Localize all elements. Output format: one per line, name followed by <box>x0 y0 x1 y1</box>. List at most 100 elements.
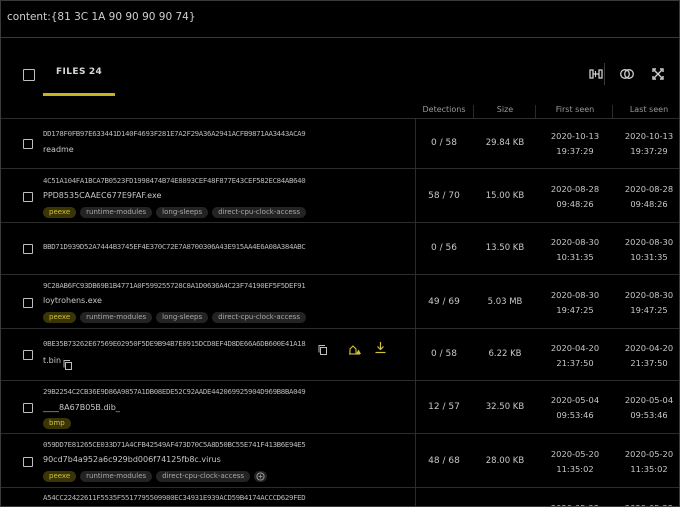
file-name: t.bin <box>43 356 62 365</box>
tag[interactable]: bmp <box>43 418 71 429</box>
table-row[interactable]: A54CC22422611F5535F5517795509980EC34931E… <box>1 487 679 506</box>
first-seen: 2020-08-30 19:47:25 <box>544 288 606 318</box>
window: content:{81 3C 1A 90 90 90 90 74} FILES 2… <box>0 0 680 507</box>
detections-value: 0 / 58 <box>431 349 457 359</box>
file-hash[interactable]: 0BE35B73262E67569E02950F5DE9B94B7E0915DC… <box>43 339 306 348</box>
first-seen-date: 2020-08-30 <box>550 290 600 300</box>
overlap-circles-icon[interactable] <box>619 66 635 82</box>
results-header: FILES 24 <box>1 38 679 104</box>
tag-list: peexe runtime-modules direct-cpu-clock-a… <box>43 471 268 482</box>
table-row[interactable]: 0BE35B73262E67569E02950F5DE9B94B7E0915DC… <box>1 328 679 381</box>
tab-files-count: 24 <box>88 67 103 77</box>
column-headers: Detections Size First seen Last seen <box>1 104 679 119</box>
tag-list: peexe runtime-modules long-sleeps direct… <box>43 207 306 218</box>
table-row[interactable]: 29B2254C2CB36E9D86A9857A1DB08EDE52C92AAD… <box>1 380 679 434</box>
detections-value: 0 / 56 <box>431 243 457 253</box>
first-seen-time: 10:31:35 <box>556 252 594 262</box>
row-checkbox[interactable] <box>23 403 33 413</box>
detections-value: 48 / 68 <box>428 456 460 466</box>
tab-files[interactable]: FILES 24 <box>43 58 115 96</box>
first-seen: 2020-04-20 21:37:50 <box>544 341 606 371</box>
last-seen-time: 09:48:26 <box>630 199 668 209</box>
last-seen-time: 19:47:25 <box>630 305 668 315</box>
size-value: 15.00 KB <box>485 191 525 201</box>
last-seen-time: 10:31:35 <box>630 252 668 262</box>
table-row[interactable]: BBD71D939D52A7444B3745EF4E370C72E7A87003… <box>1 222 679 275</box>
first-seen: 2020-05-22 <box>544 501 606 506</box>
last-seen: 2020-05-20 11:35:02 <box>618 447 679 477</box>
first-seen-time: 09:48:26 <box>556 199 594 209</box>
size-value: 13.50 KB <box>485 243 525 253</box>
col-detections[interactable]: Detections <box>415 105 473 114</box>
detections-value: 58 / 70 <box>428 191 460 201</box>
detections-value: 12 / 57 <box>428 402 460 412</box>
file-hash[interactable]: BBD71D939D52A7444B3745EF4E370C72E7A87003… <box>43 242 306 251</box>
size-value: 28.00 KB <box>485 456 525 466</box>
tag[interactable]: runtime-modules <box>80 207 153 218</box>
copy-icon[interactable] <box>62 356 74 370</box>
file-name: loytrohens.exe <box>43 296 102 305</box>
header-divider <box>604 63 605 85</box>
select-all-checkbox[interactable] <box>23 69 35 81</box>
tag[interactable]: direct-cpu-clock-access <box>156 471 251 482</box>
table-row[interactable]: DD178F0FB97E633441D140F4693F281E7A2F29A3… <box>1 118 679 169</box>
row-checkbox[interactable] <box>23 192 33 202</box>
file-hash[interactable]: 059DD7E81265CE033D71A4CFB42549AF473D70C5… <box>43 440 306 449</box>
col-first-seen[interactable]: First seen <box>544 105 606 114</box>
file-name: PPD8535CAAEC677E9FAF.exe <box>43 191 162 200</box>
last-seen-time: 09:53:46 <box>630 410 668 420</box>
copy-icon[interactable] <box>317 341 329 355</box>
tag[interactable]: peexe <box>43 207 77 218</box>
last-seen: 2020-08-30 19:47:25 <box>618 288 679 318</box>
last-seen-date: 2020-05-20 <box>624 449 674 459</box>
file-name: ____8A67B05B.dib_ <box>43 403 120 412</box>
first-seen-date: 2020-05-22 <box>544 501 606 506</box>
first-seen-date: 2020-04-20 <box>550 343 600 353</box>
first-seen-time: 11:35:02 <box>556 464 594 474</box>
tag[interactable]: runtime-modules <box>80 471 153 482</box>
tag[interactable]: long-sleeps <box>156 312 209 323</box>
table-row[interactable]: 4C51A104FA1BCA7B0523FD1998474B74E8893CEF… <box>1 168 679 223</box>
first-seen: 2020-08-30 10:31:35 <box>544 235 606 265</box>
last-seen: 2020-05-22 <box>618 501 679 506</box>
col-last-seen[interactable]: Last seen <box>618 105 679 114</box>
tag[interactable]: long-sleeps <box>156 207 209 218</box>
table-row[interactable]: 059DD7E81265CE033D71A4CFB42549AF473D70C5… <box>1 433 679 488</box>
tag-list: peexe runtime-modules long-sleeps direct… <box>43 312 306 323</box>
first-seen-time: 21:37:50 <box>556 358 594 368</box>
tag[interactable]: peexe <box>43 312 77 323</box>
table-row[interactable]: 9C28AB6FC93DB69B1B4771A0F599255728C8A1D0… <box>1 274 679 329</box>
file-hash[interactable]: DD178F0FB97E633441D140F4693F281E7A2F29A3… <box>43 129 306 138</box>
tag[interactable]: peexe <box>43 471 77 482</box>
last-seen-date: 2020-05-04 <box>624 395 674 405</box>
search-bar[interactable]: content:{81 3C 1A 90 90 90 90 74} <box>1 1 679 38</box>
file-hash[interactable]: 29B2254C2CB36E9D86A9857A1DB08EDE52C92AAD… <box>43 387 306 396</box>
file-hash[interactable]: 9C28AB6FC93DB69B1B4771A0F599255728C8A1D0… <box>43 281 306 290</box>
file-hash[interactable]: 4C51A104FA1BCA7B0523FD1998474B74E8893CEF… <box>43 176 306 185</box>
size-value: 32.50 KB <box>485 402 525 412</box>
compare-icon[interactable] <box>588 66 604 82</box>
first-seen: 2020-05-04 09:53:46 <box>544 393 606 423</box>
expand-icon[interactable] <box>650 66 666 82</box>
more-tags-icon[interactable] <box>254 471 268 482</box>
first-seen: 2020-05-20 11:35:02 <box>544 447 606 477</box>
row-checkbox[interactable] <box>23 298 33 308</box>
download-icon[interactable] <box>374 339 386 354</box>
last-seen-time: 19:37:29 <box>630 146 668 156</box>
row-checkbox[interactable] <box>23 457 33 467</box>
row-checkbox[interactable] <box>23 244 33 254</box>
size-value: 29.84 KB <box>485 138 525 148</box>
row-checkbox[interactable] <box>23 350 33 360</box>
tag[interactable]: direct-cpu-clock-access <box>212 312 306 323</box>
row-checkbox[interactable] <box>23 139 33 149</box>
tag[interactable]: direct-cpu-clock-access <box>212 207 306 218</box>
first-seen-date: 2020-10-13 <box>550 131 600 141</box>
last-seen-time: 21:37:50 <box>630 358 668 368</box>
col-size[interactable]: Size <box>475 105 535 114</box>
file-hash[interactable]: A54CC22422611F5535F5517795509980EC34931E… <box>43 493 306 502</box>
search-query[interactable]: content:{81 3C 1A 90 90 90 90 74} <box>7 11 196 23</box>
tag[interactable]: runtime-modules <box>80 312 153 323</box>
row-separator <box>415 488 416 506</box>
first-seen-date: 2020-05-20 <box>550 449 600 459</box>
graph-warning-icon[interactable] <box>348 341 361 355</box>
